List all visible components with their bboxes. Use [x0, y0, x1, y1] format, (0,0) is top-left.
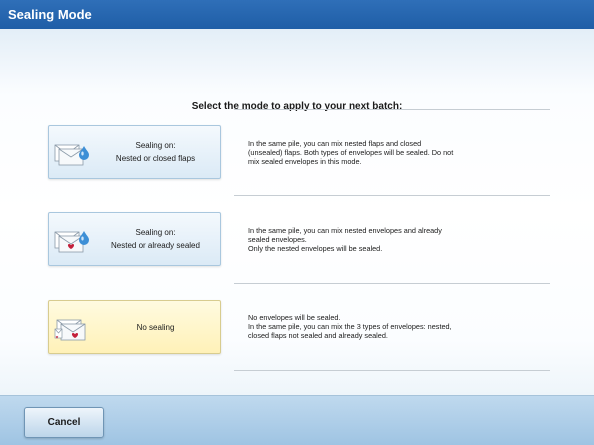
- divider: [234, 283, 550, 284]
- mode-label-line2: Nested or closed flaps: [115, 154, 196, 163]
- nested-closed-flaps-icon: [49, 125, 97, 179]
- description-line: mix sealed envelopes in this mode.: [248, 157, 362, 166]
- mode-button-nested-already-sealed[interactable]: Sealing on: Nested or already sealed: [48, 212, 221, 266]
- instruction-text: Select the mode to apply to your next ba…: [191, 101, 403, 112]
- mode-label: Sealing on: Nested or already sealed: [97, 226, 220, 252]
- mode-label-line1: Sealing on:: [135, 228, 176, 237]
- title-bar: Sealing Mode: [0, 0, 594, 29]
- mode-label-line1: No sealing: [136, 322, 175, 332]
- no-sealing-icon: [49, 300, 97, 354]
- main-panel: Select the mode to apply to your next ba…: [0, 29, 594, 395]
- divider: [234, 195, 550, 196]
- mode-label-line2: Nested or already sealed: [111, 241, 200, 250]
- description-line: closed flaps not sealed and already seal…: [248, 331, 388, 340]
- mode-button-nested-closed-flaps[interactable]: Sealing on: Nested or closed flaps: [48, 125, 221, 179]
- bottom-bar: Cancel: [0, 395, 594, 445]
- description-line: In the same pile, you can mix nested env…: [248, 226, 442, 235]
- description-line: sealed envelopes.: [248, 235, 307, 244]
- divider: [234, 109, 550, 110]
- mode-description: No envelopes will be sealed. In the same…: [248, 313, 548, 340]
- cancel-button[interactable]: Cancel: [24, 407, 104, 438]
- mode-label-line1: Sealing on:: [135, 141, 176, 150]
- mode-description: In the same pile, you can mix nested fla…: [248, 139, 548, 166]
- mode-description: In the same pile, you can mix nested env…: [248, 226, 548, 253]
- divider: [234, 370, 550, 371]
- mode-label: Sealing on: Nested or closed flaps: [97, 139, 220, 165]
- description-line: In the same pile, you can mix the 3 type…: [248, 322, 452, 331]
- description-line: No envelopes will be sealed.: [248, 313, 341, 322]
- mode-label: No sealing: [97, 321, 220, 334]
- window-title: Sealing Mode: [8, 7, 92, 22]
- description-line: Only the nested envelopes will be sealed…: [248, 244, 383, 253]
- description-line: (unsealed) flaps. Both types of envelope…: [248, 148, 454, 157]
- nested-already-sealed-icon: [49, 212, 97, 266]
- mode-button-no-sealing[interactable]: No sealing: [48, 300, 221, 354]
- description-line: In the same pile, you can mix nested fla…: [248, 139, 422, 148]
